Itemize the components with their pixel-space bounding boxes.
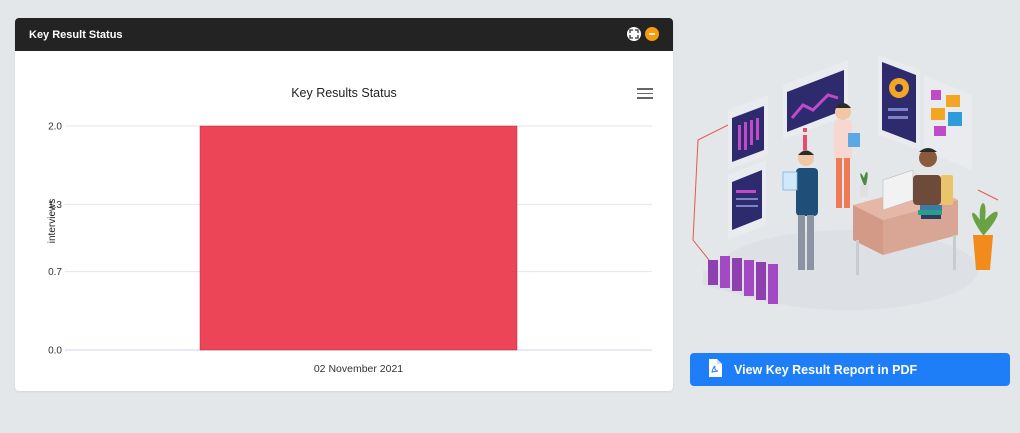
collapse-icon[interactable] <box>645 27 659 41</box>
expand-icon[interactable] <box>627 27 641 41</box>
y-tick-label: 0.0 <box>48 346 62 357</box>
y-tick-label: 2.0 <box>48 122 62 133</box>
y-axis-label: interviews <box>47 199 58 243</box>
view-report-pdf-label: View Key Result Report in PDF <box>734 362 918 377</box>
y-tick-label: 0.7 <box>48 267 62 278</box>
panel-header: Key Result Status <box>15 18 673 51</box>
key-result-status-panel: Key Result Status Key Results Status 0.0… <box>15 18 673 391</box>
panel-title: Key Result Status <box>29 28 123 41</box>
pdf-file-icon <box>708 359 722 380</box>
panel-controls <box>627 27 659 41</box>
team-dashboard-illustration <box>688 40 1010 330</box>
view-report-pdf-button[interactable]: View Key Result Report in PDF <box>690 353 1010 386</box>
bar[interactable] <box>199 125 518 351</box>
chart-area: Key Results Status 0.0 0.7 1.3 2.0 02 Novemb… <box>15 51 673 391</box>
bar-chart: 0.00.71.32.002 November 2021 interviews <box>47 122 652 375</box>
x-tick-label: 02 November 2021 <box>314 363 403 375</box>
